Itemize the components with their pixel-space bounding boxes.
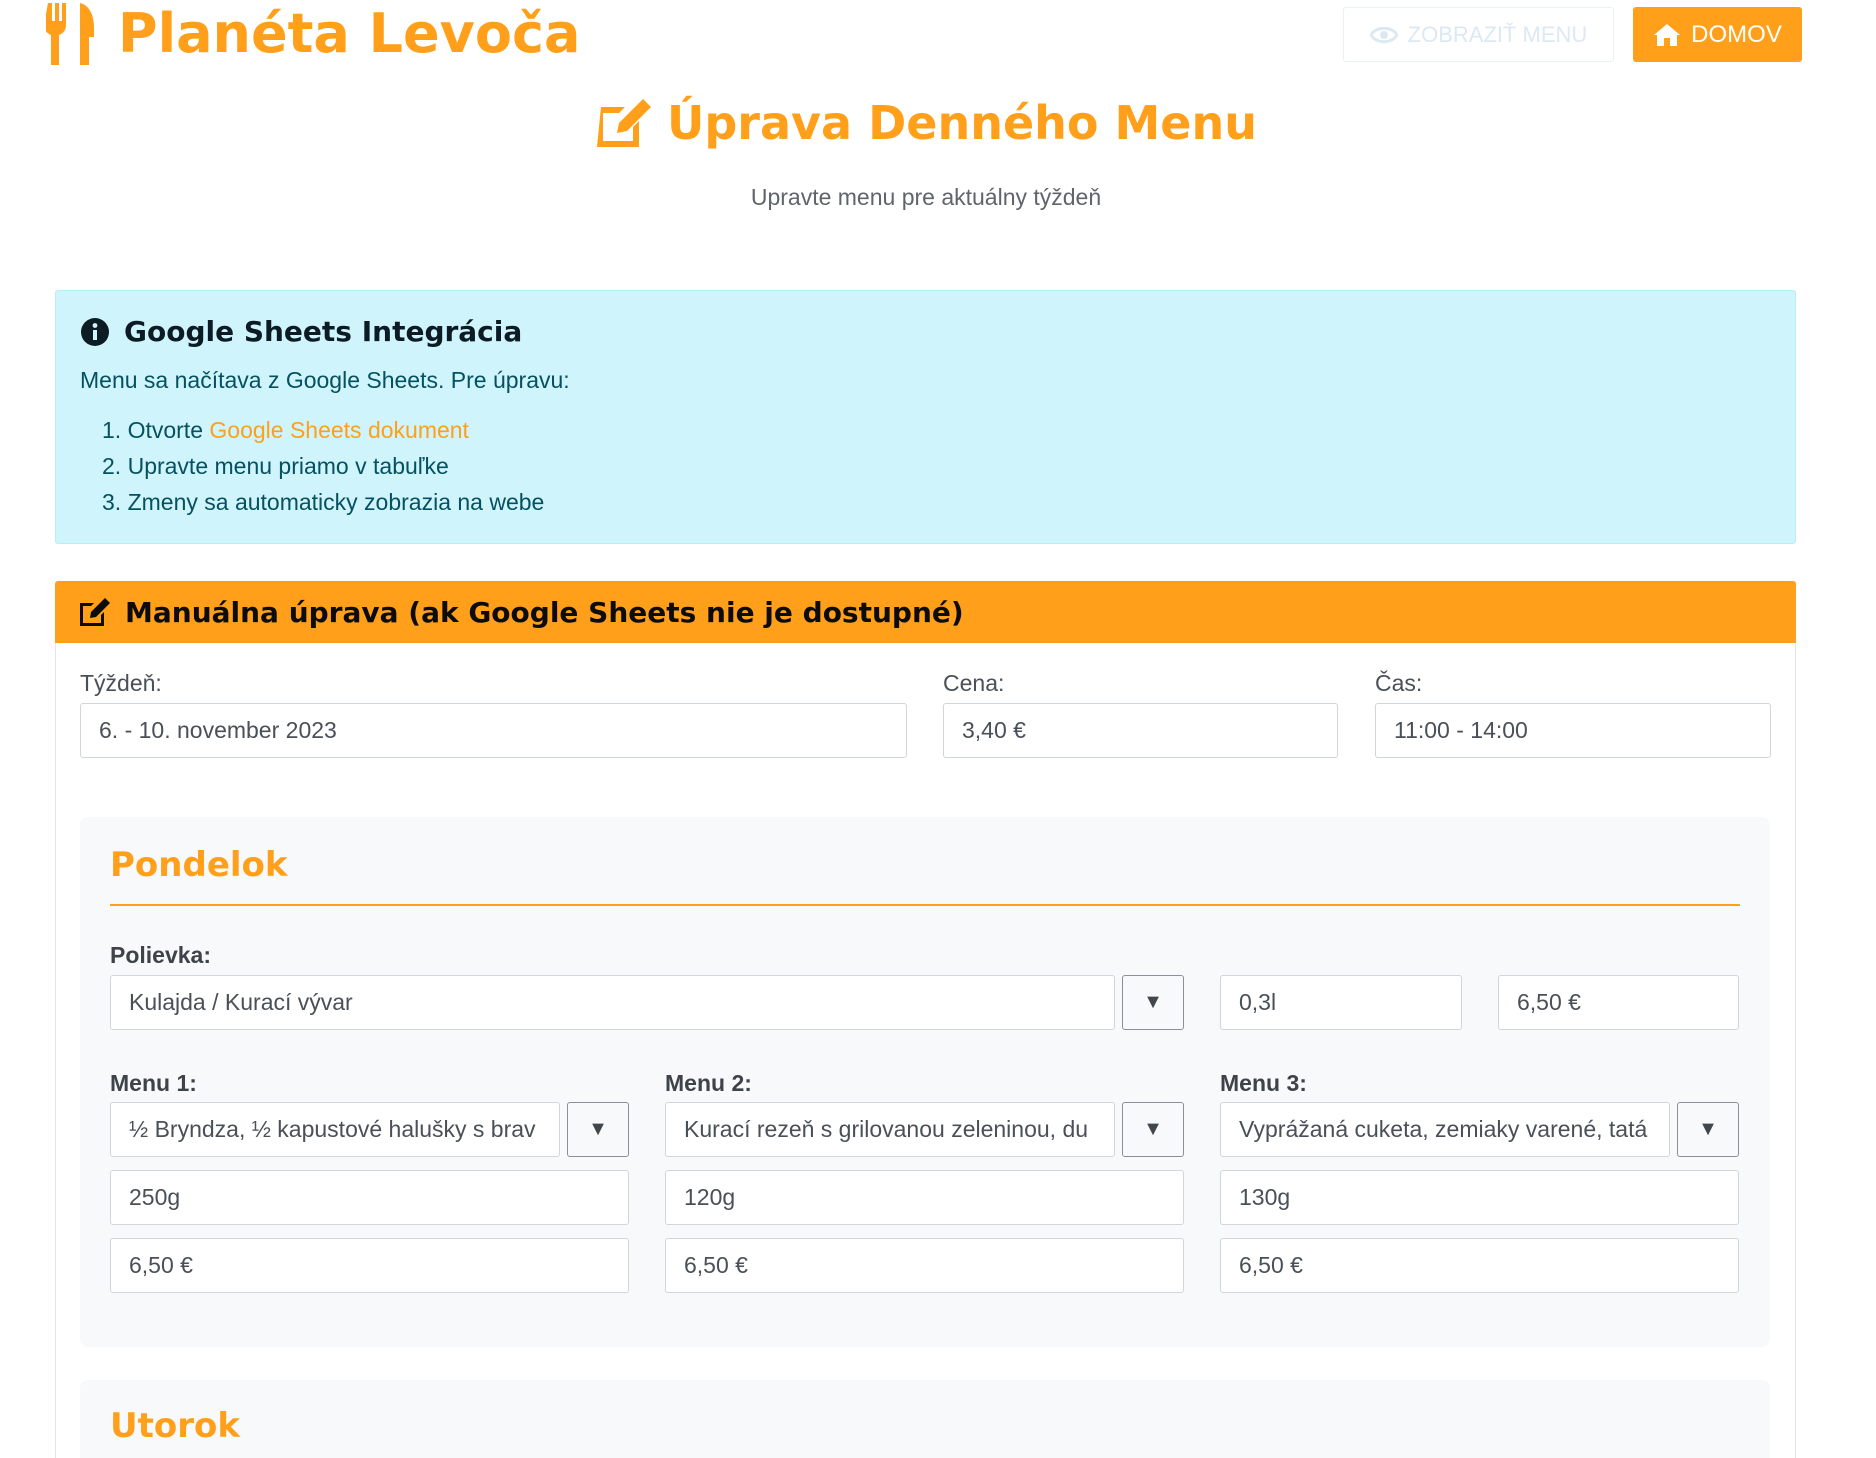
price-label: Cena:	[943, 670, 1005, 696]
menu-2-weight-input[interactable]: 120g	[665, 1170, 1184, 1225]
manual-edit-title: Manuálna úprava (ak Google Sheets nie je…	[125, 595, 964, 629]
soup-volume-input[interactable]: 0,3l	[1220, 975, 1462, 1030]
edit-icon	[597, 99, 652, 147]
eye-icon	[1369, 26, 1398, 43]
info-title: Google Sheets Integrácia	[80, 315, 522, 348]
chevron-down-icon: ▼	[1698, 1118, 1718, 1140]
menu-1-input[interactable]: ½ Bryndza, ½ kapustové halušky s brav	[110, 1102, 560, 1157]
brand-name: Planéta Levoča	[118, 2, 581, 65]
google-sheets-link[interactable]: Google Sheets dokument	[209, 417, 469, 443]
chevron-down-icon: ▼	[1143, 1118, 1163, 1140]
info-text: Menu sa načítava z Google Sheets. Pre úp…	[80, 367, 570, 393]
week-input[interactable]: 6. - 10. november 2023	[80, 703, 907, 758]
info-step: 1. Otvorte Google Sheets dokument	[102, 417, 469, 443]
utensils-icon	[46, 3, 94, 65]
menu-3-label: Menu 3:	[1220, 1070, 1307, 1096]
home-icon	[1654, 23, 1681, 46]
menu-3-dropdown-button[interactable]: ▼	[1677, 1102, 1739, 1157]
day-title: Pondelok	[110, 845, 288, 885]
menu-3-price-input[interactable]: 6,50 €	[1220, 1238, 1739, 1293]
info-step: 2. Upravte menu priamo v tabuľke	[102, 453, 449, 479]
menu-3-input[interactable]: Vyprážaná cuketa, zemiaky varené, tatá	[1220, 1102, 1670, 1157]
info-steps: 1. Otvorte Google Sheets dokument 2. Upr…	[102, 415, 544, 523]
chevron-down-icon: ▼	[588, 1118, 608, 1140]
brand-logo[interactable]: Planéta Levoča	[46, 0, 580, 68]
menu-1-label: Menu 1:	[110, 1070, 197, 1096]
menu-1-weight-input[interactable]: 250g	[110, 1170, 629, 1225]
soup-dropdown-button[interactable]: ▼	[1122, 975, 1184, 1030]
manual-edit-header: Manuálna úprava (ak Google Sheets nie je…	[55, 581, 1796, 643]
day-divider	[110, 904, 1740, 906]
page-title: Úprava Denného Menu	[0, 96, 1852, 150]
soup-label: Polievka:	[110, 942, 211, 968]
week-label: Týždeň:	[80, 670, 162, 696]
home-button[interactable]: DOMOV	[1633, 7, 1802, 62]
time-label: Čas:	[1375, 670, 1423, 696]
info-circle-icon	[81, 317, 109, 346]
info-step: 3. Zmeny sa automaticky zobrazia na webe	[102, 489, 545, 515]
menu-2-price-input[interactable]: 6,50 €	[665, 1238, 1184, 1293]
price-input[interactable]: 3,40 €	[943, 703, 1338, 758]
menu-1-dropdown-button[interactable]: ▼	[567, 1102, 629, 1157]
soup-input[interactable]: Kulajda / Kurací vývar	[110, 975, 1115, 1030]
menu-2-dropdown-button[interactable]: ▼	[1122, 1102, 1184, 1157]
google-sheets-info: Google Sheets Integrácia Menu sa načítav…	[55, 290, 1796, 544]
menu-2-label: Menu 2:	[665, 1070, 752, 1096]
page-title-text: Úprava Denného Menu	[667, 96, 1257, 150]
home-label: DOMOV	[1691, 20, 1782, 48]
info-title-text: Google Sheets Integrácia	[124, 315, 523, 348]
soup-price-input[interactable]: 6,50 €	[1498, 975, 1739, 1030]
menu-2-input[interactable]: Kurací rezeň s grilovanou zeleninou, du	[665, 1102, 1115, 1157]
day-title: Utorok	[110, 1406, 240, 1446]
edit-icon	[80, 598, 110, 626]
page-subtitle: Upravte menu pre aktuálny týždeň	[750, 184, 1102, 210]
view-menu-button[interactable]: ZOBRAZIŤ MENU	[1343, 7, 1614, 62]
day-section-tuesday: Utorok	[80, 1380, 1770, 1458]
menu-1-price-input[interactable]: 6,50 €	[110, 1238, 629, 1293]
view-menu-label: ZOBRAZIŤ MENU	[1407, 21, 1588, 47]
chevron-down-icon: ▼	[1143, 991, 1163, 1013]
time-input[interactable]: 11:00 - 14:00	[1375, 703, 1771, 758]
menu-3-weight-input[interactable]: 130g	[1220, 1170, 1739, 1225]
